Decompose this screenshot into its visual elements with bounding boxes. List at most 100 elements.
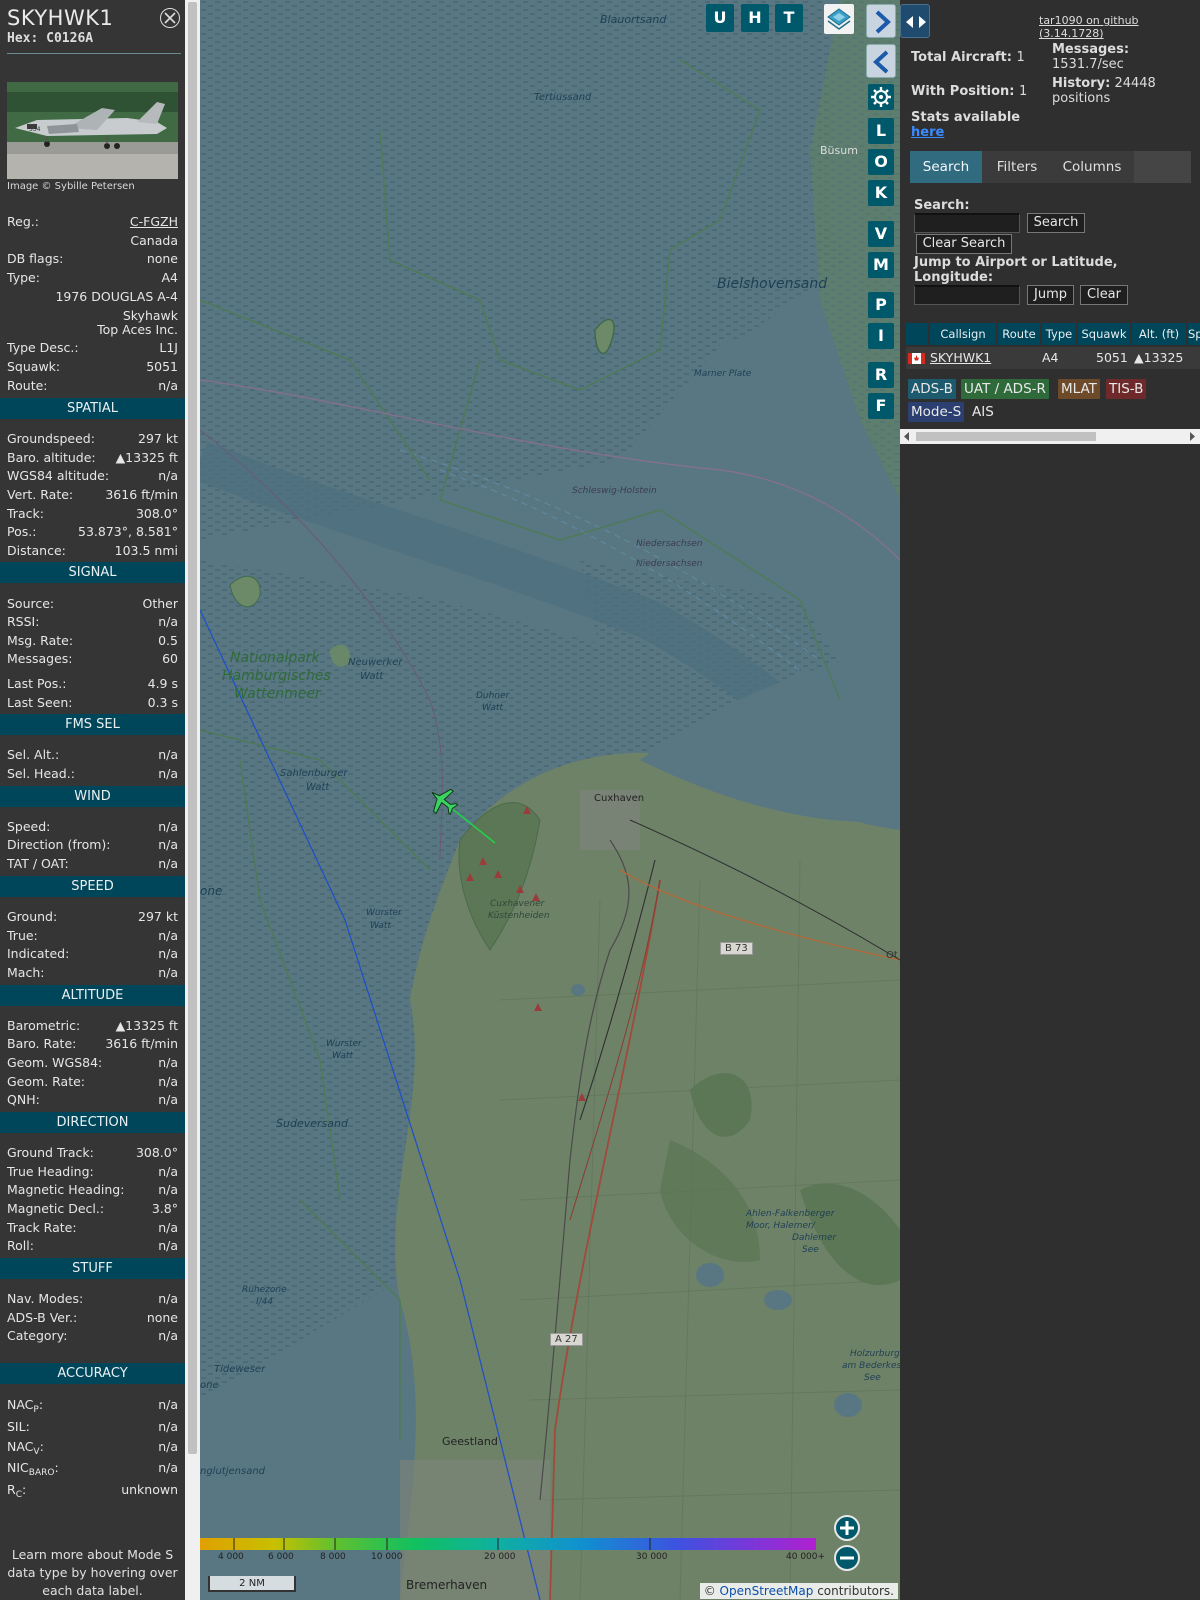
info-row-label-text: Category: — [7, 1328, 68, 1343]
map-label: Blauortsand — [600, 13, 667, 26]
section-header-wind[interactable]: WIND — [0, 786, 185, 807]
map-button-k[interactable]: K — [868, 180, 894, 206]
map-button-o[interactable]: O — [868, 149, 894, 175]
settings-button[interactable] — [868, 84, 894, 110]
section-header-stuff[interactable]: STUFF — [0, 1258, 185, 1279]
info-row-value: n/a — [158, 766, 178, 781]
aircraft-marker-icon[interactable] — [426, 786, 460, 816]
zoom-out-button[interactable] — [834, 1545, 860, 1571]
info-row-label-sub: P — [33, 1405, 39, 1415]
table-header-type[interactable]: Type — [1042, 323, 1076, 345]
reg-link[interactable]: C-FGZH — [130, 213, 178, 230]
altitude-tick-label: 4 000 — [218, 1552, 244, 1562]
toggle-sidebar-button[interactable] — [900, 4, 930, 38]
table-header-speed[interactable]: Sp — [1188, 323, 1200, 345]
info-row-value: n/a — [158, 1238, 178, 1253]
canada-flag-icon — [908, 353, 925, 364]
table-header-callsign[interactable]: Callsign — [930, 323, 996, 345]
jump-input[interactable] — [914, 285, 1020, 305]
stats-here-link[interactable]: here — [911, 125, 944, 140]
jump-button[interactable]: Jump — [1027, 285, 1074, 305]
hex-label: Hex: — [7, 31, 39, 46]
table-header-route[interactable]: Route — [998, 323, 1040, 345]
tab-search[interactable]: Search — [910, 151, 982, 183]
info-row-value: n/a — [158, 1164, 178, 1179]
arrows-horizontal-icon — [906, 16, 926, 28]
map-view[interactable]: Blauortsand Tertiussand Büsum Bielshovensan… — [200, 0, 900, 1600]
info-row-label-text: Direction (from): — [7, 837, 111, 852]
map-label: Watt — [306, 782, 330, 793]
tab-bar-fill — [1134, 151, 1191, 183]
map-button-m[interactable]: M — [868, 252, 894, 278]
map-label: See — [864, 1373, 881, 1383]
expand-right-button[interactable] — [866, 4, 896, 38]
messages-stat: Messages: 1531.7/sec — [1052, 42, 1129, 72]
info-row-label-text: Vert. Rate: — [7, 487, 74, 502]
map-button-u[interactable]: U — [706, 4, 734, 32]
info-row-label: Ground Track: — [7, 1144, 94, 1161]
clear-button[interactable]: Clear — [1080, 285, 1128, 305]
map-label: Cuxhavener — [490, 899, 545, 909]
info-row-value: n/a — [158, 1328, 178, 1343]
map-button-t[interactable]: T — [775, 4, 803, 32]
map-label: See — [802, 1245, 819, 1255]
map-label: Holzurburg — [850, 1349, 900, 1359]
map-label: Bremerhaven — [406, 1578, 488, 1592]
map-label: Schleswig-Holstein — [572, 486, 657, 496]
table-scrollbar-thumb[interactable] — [916, 432, 1096, 441]
info-row-label: Sel. Alt.: — [7, 746, 59, 763]
table-header-squawk[interactable]: Squawk — [1078, 323, 1130, 345]
map-button-p[interactable]: P — [868, 292, 894, 318]
tab-filters[interactable]: Filters — [984, 151, 1050, 183]
collapse-left-button[interactable] — [866, 44, 896, 78]
minus-icon — [840, 1556, 854, 1560]
jump-label-line2: Longitude: — [914, 270, 994, 285]
osm-link[interactable]: OpenStreetMap — [720, 1584, 814, 1598]
info-row-value: n/a — [158, 1092, 178, 1107]
squawk-value: 5051 — [146, 359, 178, 374]
map-button-v[interactable]: V — [868, 221, 894, 247]
section-header-speed[interactable]: SPEED — [0, 876, 185, 897]
map-label: Marner Plate — [694, 369, 752, 379]
section-header-signal[interactable]: SIGNAL — [0, 562, 185, 583]
clear-search-button[interactable]: Clear Search — [916, 234, 1012, 254]
map-label: Ruhezone — [242, 1285, 287, 1295]
map-label: B 73 — [720, 942, 753, 955]
section-header-direction[interactable]: DIRECTION — [0, 1112, 185, 1133]
table-header-altitude[interactable]: Alt. (ft) — [1132, 323, 1186, 345]
section-header-accuracy[interactable]: ACCURACY — [0, 1363, 185, 1384]
map-button-l[interactable]: L — [868, 118, 894, 144]
map-label: Watt — [370, 921, 391, 931]
layers-button[interactable] — [824, 4, 854, 34]
search-input[interactable] — [914, 213, 1020, 233]
info-row-label-text: Groundspeed: — [7, 431, 95, 446]
close-icon[interactable] — [160, 8, 180, 28]
section-header-spatial[interactable]: SPATIAL — [0, 398, 185, 419]
tab-columns[interactable]: Columns — [1052, 151, 1132, 183]
info-row-value: 3.8° — [151, 1201, 178, 1216]
info-row-label-text: Msg. Rate: — [7, 633, 74, 648]
row-callsign[interactable]: SKYHWK1 — [930, 347, 991, 369]
map-attribution: © OpenStreetMap contributors. — [699, 1583, 898, 1599]
map-label: Nationalpark — [230, 650, 320, 666]
map-button-i[interactable]: I — [868, 323, 894, 349]
map-button-r[interactable]: R — [868, 362, 894, 388]
scroll-right-icon[interactable] — [1188, 432, 1196, 441]
section-header-altitude[interactable]: ALTITUDE — [0, 985, 185, 1006]
info-scrollbar-thumb[interactable] — [188, 2, 197, 1454]
aircraft-photo[interactable]: 534 — [7, 82, 178, 179]
table-scrollbar[interactable] — [900, 429, 1200, 444]
row-squawk: 5051 — [1096, 350, 1128, 365]
altitude-tick-label: 20 000 — [484, 1552, 516, 1562]
map-button-f[interactable]: F — [868, 393, 894, 419]
section-header-fms-sel[interactable]: FMS SEL — [0, 714, 185, 735]
github-link[interactable]: tar1090 on github (3.14.1728) — [1039, 14, 1200, 40]
info-row-label: Magnetic Heading: — [7, 1181, 124, 1198]
search-button[interactable]: Search — [1027, 213, 1085, 233]
map-label: Wurster — [366, 908, 402, 918]
scroll-left-icon[interactable] — [903, 432, 911, 441]
info-row-value: 3616 ft/min — [105, 1036, 178, 1051]
aircraft-info-panel: SKYHWK1 Hex: C0126A 534 Image © Sybille … — [0, 0, 185, 1600]
zoom-in-button[interactable] — [834, 1515, 860, 1541]
map-button-h[interactable]: H — [741, 4, 769, 32]
